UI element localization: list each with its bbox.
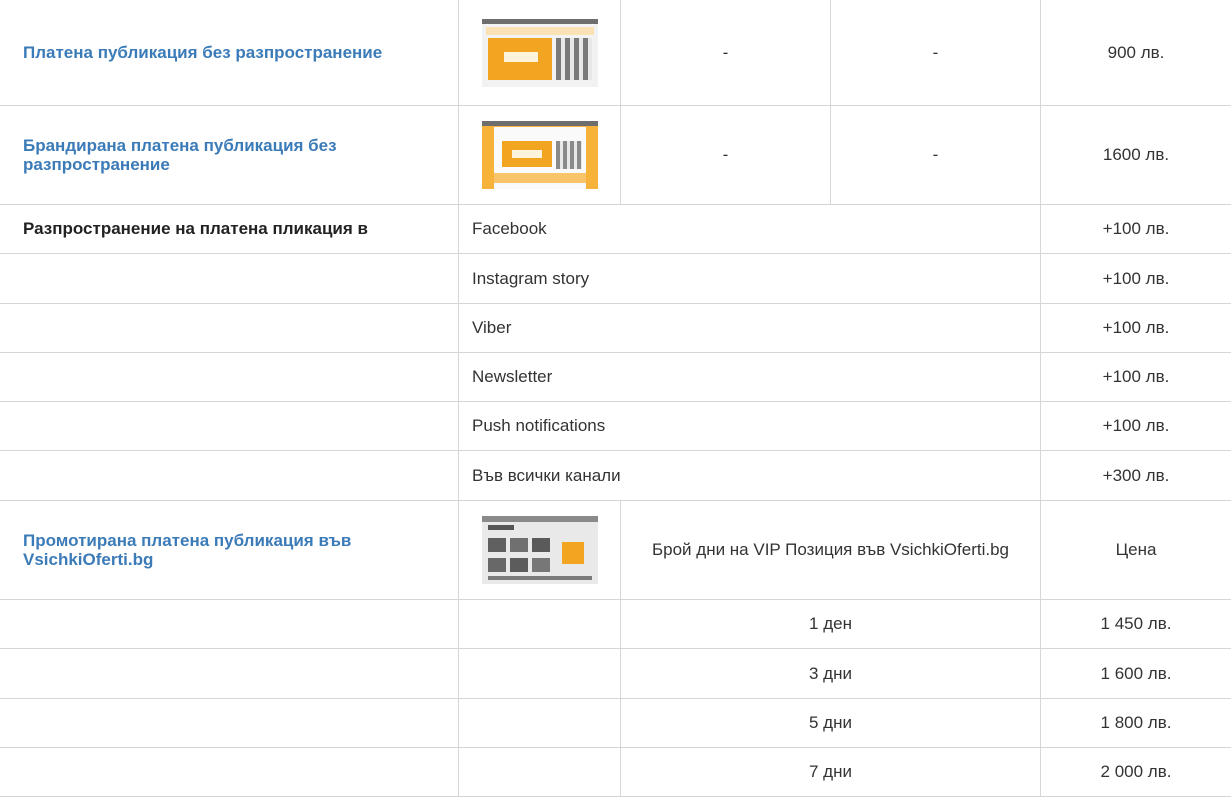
promoted-publication-link[interactable]: Промотирана платена публикация във Vsich… [23, 531, 438, 569]
table-row-distribution: Newsletter +100 лв. [0, 353, 1231, 402]
channel-cell: Newsletter [458, 353, 1040, 401]
table-row-vip-option: 1 ден 1 450 лв. [0, 600, 1231, 649]
days-cell: 3 дни [620, 649, 1040, 698]
price-cell: +100 лв. [1040, 353, 1231, 401]
table-row-distribution: Push notifications +100 лв. [0, 402, 1231, 451]
channel-cell: Facebook [458, 205, 1040, 253]
price-cell: 1 600 лв. [1040, 649, 1231, 698]
price-cell: 1 450 лв. [1040, 600, 1231, 648]
empty-cell [458, 699, 620, 747]
channel-cell: Във всички канали [458, 451, 1040, 500]
empty-cell [458, 600, 620, 648]
channel-cell: Instagram story [458, 254, 1040, 303]
pricing-table: Платена публикация без разпространение -… [0, 0, 1231, 798]
days-cell: 1 ден [620, 600, 1040, 648]
thumbnail-cell [458, 106, 620, 204]
branded-publication-thumbnail [481, 121, 598, 189]
price-cell: +100 лв. [1040, 402, 1231, 450]
table-row-promoted-publication: Промотирана платена публикация във Vsich… [0, 501, 1231, 600]
price-cell: 1600 лв. [1040, 106, 1231, 204]
paid-publication-thumbnail [481, 18, 598, 87]
channel-cell: Viber [458, 304, 1040, 352]
table-row-paid-publication: Платена публикация без разпространение -… [0, 0, 1231, 106]
table-cell: - [620, 0, 830, 105]
table-row-distribution: Instagram story +100 лв. [0, 254, 1231, 304]
empty-cell [458, 748, 620, 796]
channel-cell: Push notifications [458, 402, 1040, 450]
price-cell: 2 000 лв. [1040, 748, 1231, 796]
row-label-cell: Брандирана платена публикация без разпро… [0, 106, 458, 204]
table-cell: - [830, 106, 1040, 204]
price-cell: +100 лв. [1040, 304, 1231, 352]
price-cell: +300 лв. [1040, 451, 1231, 500]
table-row-vip-option: 3 дни 1 600 лв. [0, 649, 1231, 699]
table-row-vip-option: 5 дни 1 800 лв. [0, 699, 1231, 748]
thumbnail-cell [458, 501, 620, 599]
thumbnail-cell [458, 0, 620, 105]
price-cell: 900 лв. [1040, 0, 1231, 105]
row-label-cell: Промотирана платена публикация във Vsich… [0, 501, 458, 599]
price-cell: +100 лв. [1040, 254, 1231, 303]
price-cell: 1 800 лв. [1040, 699, 1231, 747]
table-cell: - [620, 106, 830, 204]
empty-cell [458, 649, 620, 698]
vip-days-header: Брой дни на VIP Позиция във VsichkiOfert… [620, 501, 1040, 599]
table-cell: - [830, 0, 1040, 105]
table-row-distribution: Във всички канали +300 лв. [0, 451, 1231, 501]
paid-publication-link[interactable]: Платена публикация без разпространение [23, 43, 382, 62]
table-row-vip-option: 7 дни 2 000 лв. [0, 748, 1231, 797]
table-row-distribution: Разпространение на платена пликация в Fa… [0, 205, 1231, 254]
days-cell: 5 дни [620, 699, 1040, 747]
promoted-publication-thumbnail [481, 516, 598, 584]
branded-publication-link[interactable]: Брандирана платена публикация без разпро… [23, 136, 438, 174]
price-header: Цена [1040, 501, 1231, 599]
table-row-distribution: Viber +100 лв. [0, 304, 1231, 353]
row-label-cell: Разпространение на платена пликация в [0, 205, 458, 253]
price-cell: +100 лв. [1040, 205, 1231, 253]
days-cell: 7 дни [620, 748, 1040, 796]
table-row-branded-publication: Брандирана платена публикация без разпро… [0, 106, 1231, 205]
distribution-label: Разпространение на платена пликация в [23, 219, 368, 238]
row-label-cell: Платена публикация без разпространение [0, 0, 458, 105]
